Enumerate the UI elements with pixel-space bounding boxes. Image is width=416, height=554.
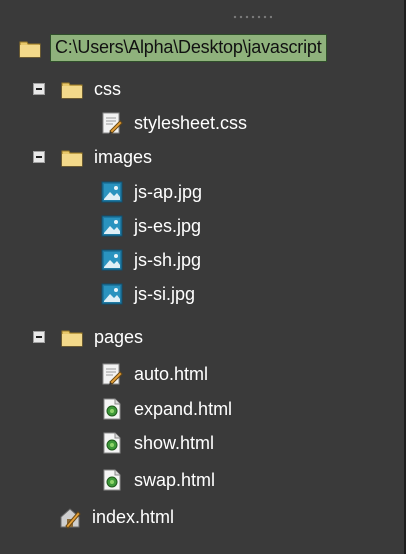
tree-file-js-ap-jpg[interactable]: js-ap.jpg xyxy=(100,177,202,207)
panel-resize-grip[interactable] xyxy=(232,14,272,20)
tree-item-label: auto.html xyxy=(134,364,209,384)
folder-icon xyxy=(61,330,83,347)
tree-file-auto-html[interactable]: auto.html xyxy=(100,359,208,389)
tree-file-js-si-jpg[interactable]: js-si.jpg xyxy=(100,279,195,309)
tree-folder-pages[interactable]: pages xyxy=(60,322,143,352)
css-file-icon xyxy=(102,112,123,134)
folder-icon xyxy=(61,82,83,99)
files-panel: C:\Users\Alpha\Desktop\javascript css st… xyxy=(0,0,406,554)
tree-item-label: css xyxy=(94,79,121,99)
image-file-icon xyxy=(101,249,123,271)
tree-file-index-html[interactable]: index.html xyxy=(58,502,174,532)
html-file-icon xyxy=(103,432,121,454)
tree-item-label: stylesheet.css xyxy=(134,113,248,133)
tree-item-label: show.html xyxy=(134,433,215,453)
tree-folder-css[interactable]: css xyxy=(60,74,121,104)
tree-file-js-es-jpg[interactable]: js-es.jpg xyxy=(100,211,201,241)
tree-item-label: js-si.jpg xyxy=(134,284,196,304)
image-file-icon xyxy=(101,181,123,203)
home-page-icon xyxy=(60,508,81,529)
tree-root[interactable]: C:\Users\Alpha\Desktop\javascript xyxy=(18,33,327,63)
tree-file-swap-html[interactable]: swap.html xyxy=(100,465,215,495)
tree-item-label: index.html xyxy=(92,507,175,527)
tree-item-label: js-es.jpg xyxy=(134,216,202,236)
html-file-icon xyxy=(103,398,121,420)
tree-item-label: expand.html xyxy=(134,399,233,419)
collapse-images-toggle[interactable] xyxy=(33,151,45,163)
tree-item-label: js-sh.jpg xyxy=(134,250,202,270)
tree-item-label: swap.html xyxy=(134,470,216,490)
html-file-icon xyxy=(103,469,121,491)
image-file-icon xyxy=(101,283,123,305)
html-edit-file-icon xyxy=(102,363,123,385)
collapse-pages-toggle[interactable] xyxy=(33,331,45,343)
tree-item-label: js-ap.jpg xyxy=(134,182,203,202)
tree-folder-images[interactable]: images xyxy=(60,142,152,172)
tree-item-label: pages xyxy=(94,327,144,347)
folder-icon xyxy=(19,41,41,58)
collapse-css-toggle[interactable] xyxy=(33,83,45,95)
tree-file-js-sh-jpg[interactable]: js-sh.jpg xyxy=(100,245,201,275)
tree-root-label: C:\Users\Alpha\Desktop\javascript xyxy=(50,34,327,62)
image-file-icon xyxy=(101,215,123,237)
tree-item-label: images xyxy=(94,147,153,167)
folder-icon xyxy=(61,150,83,167)
tree-file-show-html[interactable]: show.html xyxy=(100,428,214,458)
tree-file-stylesheet-css[interactable]: stylesheet.css xyxy=(100,108,247,138)
tree-file-expand-html[interactable]: expand.html xyxy=(100,394,232,424)
